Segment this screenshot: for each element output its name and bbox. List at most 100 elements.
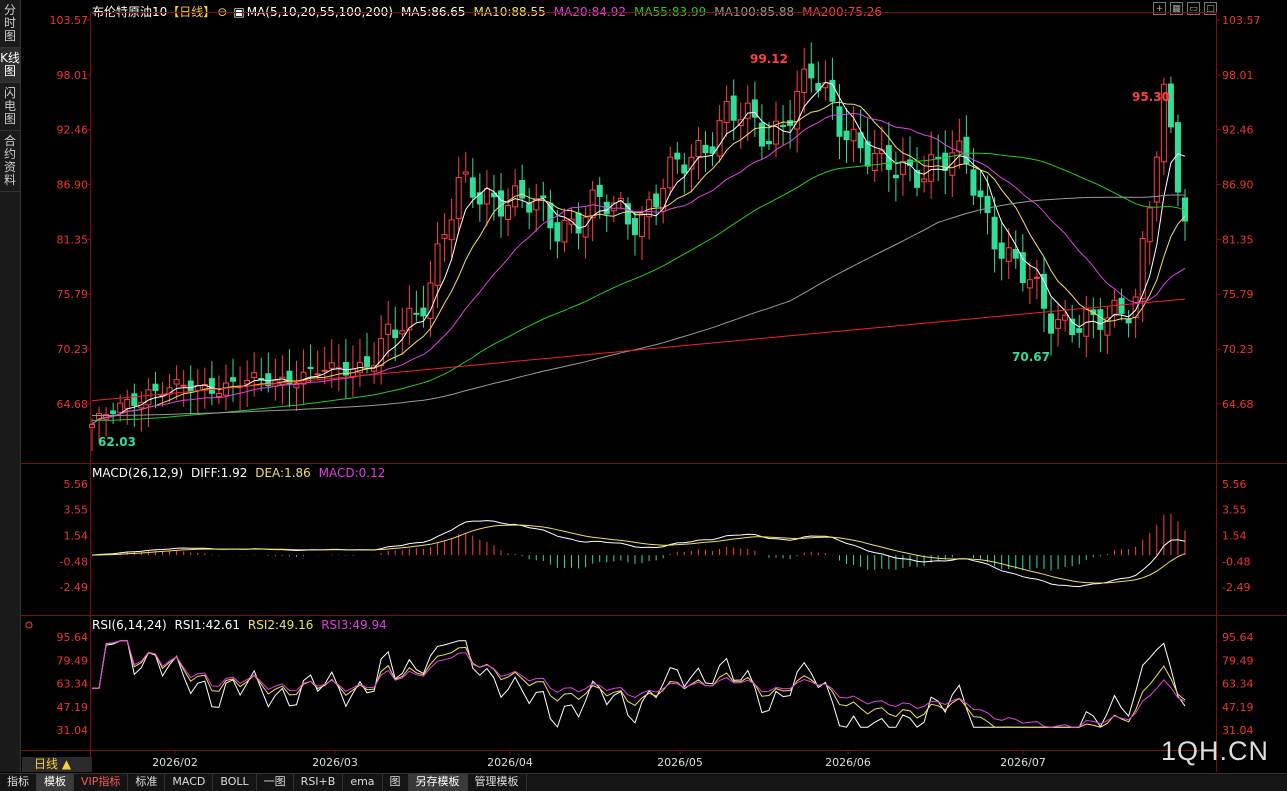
rsi-tick-right: 79.49 (1222, 654, 1254, 667)
btab-template[interactable]: 模板 (37, 774, 74, 791)
time-tick: 2026/02 (152, 756, 198, 769)
btab-standard[interactable]: 标准 (128, 774, 166, 791)
btab-indicator[interactable]: 指标 (0, 774, 37, 791)
macd-tick-right: -0.48 (1222, 555, 1250, 568)
candle-down (1019, 252, 1026, 283)
candle-up (928, 154, 935, 182)
rsi-tick-left: 79.49 (57, 654, 89, 667)
candle-down (780, 124, 787, 128)
time-tick: 2026/07 (1000, 756, 1046, 769)
rsi-tick-right: 95.64 (1222, 631, 1254, 644)
btab-ema[interactable]: ema (343, 774, 383, 791)
macd-tick-right: 1.54 (1222, 529, 1247, 542)
macd-tick-left: -2.49 (60, 581, 88, 594)
candle-up (589, 189, 596, 219)
annotation-low-2: 70.67 (1012, 350, 1050, 364)
candle-up (314, 373, 321, 376)
candle-up (822, 82, 829, 89)
candle-up (1146, 207, 1153, 243)
price-tick-right: 75.79 (1222, 288, 1254, 301)
candle-down (187, 380, 194, 392)
candle-up (505, 205, 512, 220)
price-tick-right: 81.35 (1222, 233, 1254, 246)
rsi-tick-left: 31.04 (57, 724, 89, 737)
candle-up (1153, 156, 1160, 203)
annotation-low-1: 62.03 (98, 435, 136, 449)
btab-save-template[interactable]: 另存模板 (408, 774, 468, 791)
candle-down (131, 393, 138, 407)
price-tick-left: 75.79 (57, 288, 89, 301)
macd-tick-left: -0.48 (60, 555, 88, 568)
candle-down (674, 152, 681, 160)
candle-down (575, 212, 582, 234)
price-tick-right: 92.46 (1222, 124, 1254, 137)
candle-down (864, 141, 871, 167)
btab-vip[interactable]: VIP指标 (74, 774, 129, 791)
rsi-settings-icon[interactable] (25, 621, 33, 629)
btab-rsib[interactable]: RSI+B (294, 774, 344, 791)
candle-down (653, 193, 660, 207)
btab-manage-template[interactable]: 管理模板 (468, 774, 527, 791)
price-tick-right: 98.01 (1222, 69, 1254, 82)
ma100-line (92, 194, 1186, 416)
btab-boll[interactable]: BOLL (213, 774, 257, 791)
candle-down (540, 195, 547, 199)
candle-up (300, 371, 307, 385)
time-tick: 2026/05 (657, 756, 703, 769)
candle-down (1012, 248, 1019, 259)
candle-down (998, 242, 1005, 259)
price-tick-left: 92.46 (57, 124, 89, 137)
price-tick-left: 98.01 (57, 69, 89, 82)
rsi-tick-left: 47.19 (57, 701, 89, 714)
candle-up (441, 234, 448, 239)
candle-up (215, 393, 222, 397)
btab-chart[interactable]: 图 (383, 774, 409, 791)
btab-one-chart[interactable]: 一图 (257, 774, 294, 791)
btab-macd[interactable]: MACD (165, 774, 214, 791)
candle-up (434, 243, 441, 286)
candle-down (230, 377, 237, 382)
candle-down (970, 169, 977, 196)
chart-canvas[interactable]: 103.57 98.01 92.46 86.90 81.35 75.79 70.23 64.6… (0, 0, 1287, 772)
candle-down (208, 378, 215, 394)
candle-up (561, 219, 568, 243)
candle-down (730, 95, 737, 121)
candle-down (1048, 313, 1055, 334)
candle-down (497, 190, 504, 217)
macd-tick-right: 5.56 (1222, 478, 1247, 491)
rsi-axis: 95.64 95.64 79.49 79.49 63.34 63.34 47.19 47.19… (57, 631, 1254, 737)
candle-down (152, 383, 159, 391)
candle-up (399, 330, 406, 335)
macd-tick-right: -2.49 (1222, 581, 1250, 594)
candle-up (180, 384, 187, 387)
rsi-plot (92, 640, 1186, 728)
candle-down (110, 410, 117, 415)
candle-down (469, 177, 476, 198)
annotation-high-2: 95.30 (1132, 90, 1170, 104)
price-axis-left: 103.57 98.01 92.46 86.90 81.35 75.79 70.23 64.6… (50, 14, 91, 411)
candle-down (977, 190, 984, 198)
dea-line (91, 524, 1186, 584)
candle-down (1076, 328, 1083, 333)
candle-up (378, 338, 385, 367)
candle-down (1118, 297, 1125, 314)
site-logo: 1QH.CN (1160, 736, 1269, 766)
rsi2-value: RSI2:49.16 (248, 618, 314, 632)
price-tick-left: 103.57 (50, 14, 89, 27)
candle-down (758, 122, 765, 147)
candle-down (413, 312, 420, 315)
period-selector[interactable]: 日线 ▲ (22, 757, 92, 772)
macd-header: MACD(26,12,9) DIFF:1.92 DEA:1.86 MACD:0.… (92, 466, 385, 480)
candle-up (1033, 276, 1040, 279)
candle-up (321, 369, 328, 372)
candle-down (984, 195, 991, 214)
candle-up (850, 128, 857, 142)
candle-up (328, 362, 335, 369)
candle-up (145, 389, 152, 406)
price-tick-left: 64.68 (57, 398, 89, 411)
candle-down (631, 218, 638, 236)
time-axis: 2026/02 2026/03 2026/04 2026/05 2026/06 2026/… (152, 750, 1046, 769)
candle-up (483, 188, 490, 205)
candle-up (1062, 314, 1069, 321)
candle-up (639, 213, 646, 238)
